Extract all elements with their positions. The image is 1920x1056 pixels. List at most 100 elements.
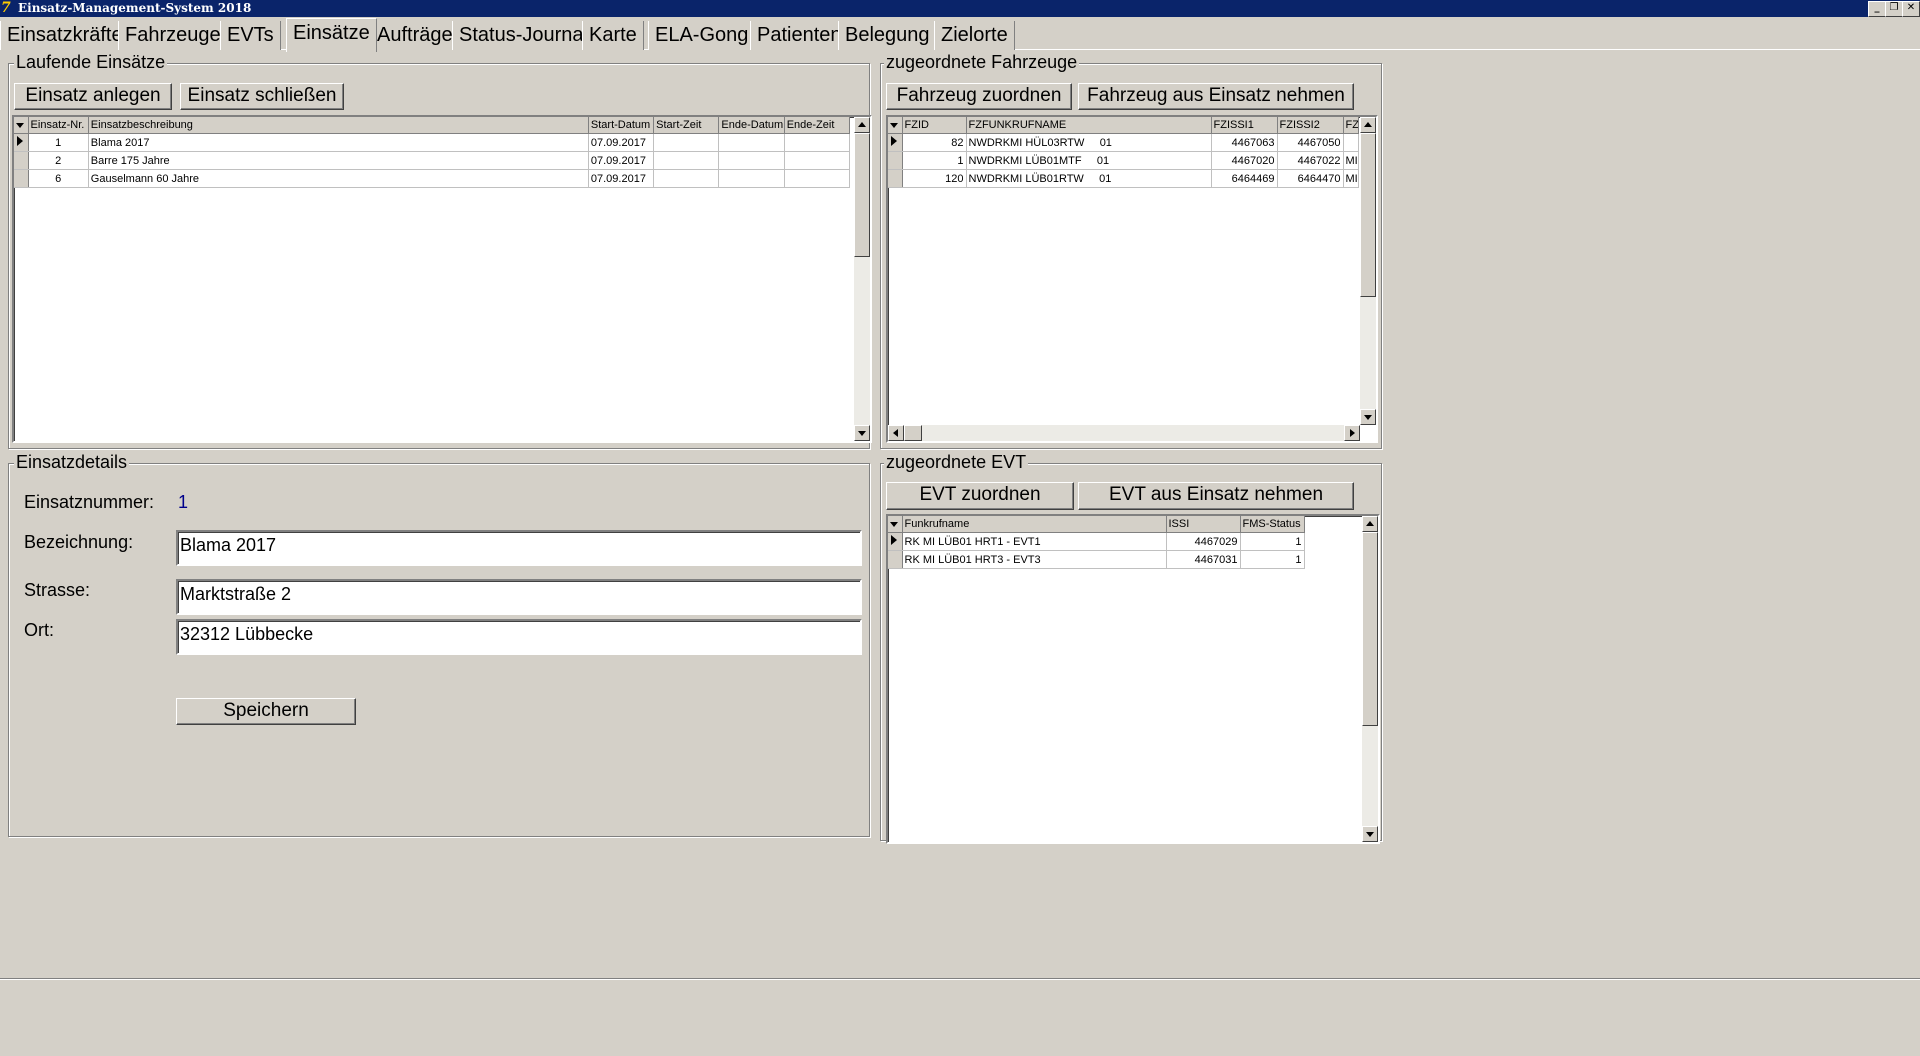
cell[interactable]: 4467063 [1211, 133, 1278, 152]
column-header[interactable]: FZ [1343, 117, 1359, 134]
fahrzeug-zuordnen-button[interactable]: Fahrzeug zuordnen [886, 83, 1072, 110]
table-row[interactable]: 120 NWDRKMI LÜB01RTW 01 6464469 6464470 … [888, 169, 1359, 188]
cell[interactable] [784, 133, 851, 152]
column-header[interactable]: Ende-Datum [718, 117, 785, 134]
strasse-field[interactable]: Marktstraße 2 [176, 579, 862, 615]
einsaetze-table[interactable]: Einsatz-Nr. Einsatzbeschreibung Start-Da… [12, 115, 872, 443]
fahrzeuge-table[interactable]: FZID FZFUNKRUFNAME FZISSI1 FZISSI2 FZ 82… [886, 115, 1378, 443]
vertical-scrollbar[interactable] [1360, 117, 1376, 425]
evt-zuordnen-button[interactable]: EVT zuordnen [886, 482, 1074, 510]
cell[interactable] [718, 151, 785, 170]
cell[interactable] [653, 151, 720, 170]
tab-status-journal[interactable]: Status-Journal [452, 21, 595, 50]
tab-belegung[interactable]: Belegung [838, 21, 937, 50]
tab-zielorte[interactable]: Zielorte [934, 21, 1015, 50]
scroll-right-button[interactable] [1344, 425, 1360, 441]
cell[interactable]: 4467031 [1166, 550, 1241, 569]
cell[interactable]: 82 [902, 133, 967, 152]
close-button[interactable]: ✕ [1902, 1, 1920, 17]
column-header[interactable]: FZID [902, 117, 967, 134]
cell[interactable]: MI- [1343, 151, 1359, 170]
table-row[interactable]: RK MI LÜB01 HRT1 - EVT1 4467029 1 [888, 532, 1305, 551]
table-row[interactable]: 82 NWDRKMI HÜL03RTW 01 4467063 4467050 [888, 133, 1359, 152]
column-header[interactable]: Start-Zeit [653, 117, 720, 134]
evt-table[interactable]: Funkrufname ISSI FMS-Status RK MI LÜB01 … [886, 514, 1380, 844]
restore-button[interactable]: ❐ [1885, 1, 1903, 17]
cell[interactable]: 4467050 [1277, 133, 1344, 152]
table-row[interactable]: 6 Gauselmann 60 Jahre 07.09.2017 [14, 169, 851, 188]
tab-einsatzkraefte[interactable]: Einsatzkräfte [0, 21, 130, 50]
cell[interactable]: NWDRKMI LÜB01MTF 01 [966, 151, 1212, 170]
scroll-thumb[interactable] [1360, 133, 1376, 297]
column-header[interactable]: FZFUNKRUFNAME [966, 117, 1212, 134]
table-row[interactable]: RK MI LÜB01 HRT3 - EVT3 4467031 1 [888, 550, 1305, 569]
scroll-left-button[interactable] [888, 425, 904, 441]
fahrzeug-aus-einsatz-nehmen-button[interactable]: Fahrzeug aus Einsatz nehmen [1078, 83, 1354, 110]
cell[interactable]: RK MI LÜB01 HRT3 - EVT3 [902, 550, 1167, 569]
vertical-scrollbar[interactable] [1362, 516, 1378, 842]
tab-ela-gong[interactable]: ELA-Gong [648, 21, 756, 50]
column-header[interactable]: FZISSI1 [1211, 117, 1278, 134]
table-row[interactable]: 1 NWDRKMI LÜB01MTF 01 4467020 4467022 MI… [888, 151, 1359, 170]
cell[interactable]: MI- [1343, 169, 1359, 188]
cell[interactable] [718, 169, 785, 188]
scroll-up-button[interactable] [1360, 117, 1376, 133]
cell[interactable]: 07.09.2017 [588, 169, 655, 188]
cell[interactable]: 4467022 [1277, 151, 1344, 170]
cell[interactable]: NWDRKMI LÜB01RTW 01 [966, 169, 1212, 188]
cell[interactable]: Barre 175 Jahre [88, 151, 589, 170]
column-header[interactable]: Start-Datum [588, 117, 655, 134]
cell[interactable]: 6 [28, 169, 89, 188]
column-header[interactable]: Funkrufname [902, 516, 1167, 533]
cell[interactable]: 1 [902, 151, 967, 170]
cell[interactable] [1343, 133, 1359, 152]
scroll-up-button[interactable] [854, 117, 870, 133]
cell[interactable]: 4467029 [1166, 532, 1241, 551]
bezeichnung-field[interactable]: Blama 2017 [176, 530, 862, 566]
cell[interactable]: Blama 2017 [88, 133, 589, 152]
cell[interactable] [784, 151, 851, 170]
cell[interactable]: 6464470 [1277, 169, 1344, 188]
cell[interactable]: NWDRKMI HÜL03RTW 01 [966, 133, 1212, 152]
cell[interactable]: 07.09.2017 [588, 133, 655, 152]
cell[interactable]: 1 [28, 133, 89, 152]
vertical-scrollbar[interactable] [854, 117, 870, 441]
horizontal-scrollbar[interactable] [888, 425, 1360, 441]
header-indicator[interactable] [888, 516, 903, 533]
cell[interactable] [653, 133, 720, 152]
einsatz-anlegen-button[interactable]: Einsatz anlegen [14, 83, 172, 110]
tab-patienten[interactable]: Patienten [750, 21, 849, 50]
table-row[interactable]: 2 Barre 175 Jahre 07.09.2017 [14, 151, 851, 170]
column-header[interactable]: Ende-Zeit [784, 117, 851, 134]
cell[interactable]: 2 [28, 151, 89, 170]
cell[interactable]: 1 [1240, 532, 1305, 551]
cell[interactable]: 1 [1240, 550, 1305, 569]
header-indicator[interactable] [888, 117, 903, 134]
cell[interactable]: 07.09.2017 [588, 151, 655, 170]
scroll-down-button[interactable] [1360, 409, 1376, 425]
cell[interactable] [653, 169, 720, 188]
column-header[interactable]: ISSI [1166, 516, 1241, 533]
column-header[interactable]: Einsatz-Nr. [28, 117, 89, 134]
scroll-down-button[interactable] [854, 425, 870, 441]
minimize-button[interactable]: _ [1868, 1, 1886, 17]
table-row[interactable]: 1 Blama 2017 07.09.2017 [14, 133, 851, 152]
scroll-thumb[interactable] [904, 425, 922, 441]
tab-karte[interactable]: Karte [582, 21, 644, 50]
evt-aus-einsatz-nehmen-button[interactable]: EVT aus Einsatz nehmen [1078, 482, 1354, 510]
cell[interactable] [718, 133, 785, 152]
cell[interactable]: 120 [902, 169, 967, 188]
scroll-up-button[interactable] [1362, 516, 1378, 532]
scroll-down-button[interactable] [1362, 826, 1378, 842]
header-indicator[interactable] [14, 117, 29, 134]
tab-evts[interactable]: EVTs [220, 21, 281, 50]
column-header[interactable]: FZISSI2 [1277, 117, 1344, 134]
tab-auftraege[interactable]: Aufträge [370, 21, 460, 50]
scroll-thumb[interactable] [1362, 532, 1378, 726]
cell[interactable]: 6464469 [1211, 169, 1278, 188]
cell[interactable]: Gauselmann 60 Jahre [88, 169, 589, 188]
einsatz-schliessen-button[interactable]: Einsatz schließen [180, 83, 344, 110]
scroll-thumb[interactable] [854, 133, 870, 257]
tab-einsaetze[interactable]: Einsätze [286, 18, 377, 52]
column-header[interactable]: FMS-Status [1240, 516, 1305, 533]
